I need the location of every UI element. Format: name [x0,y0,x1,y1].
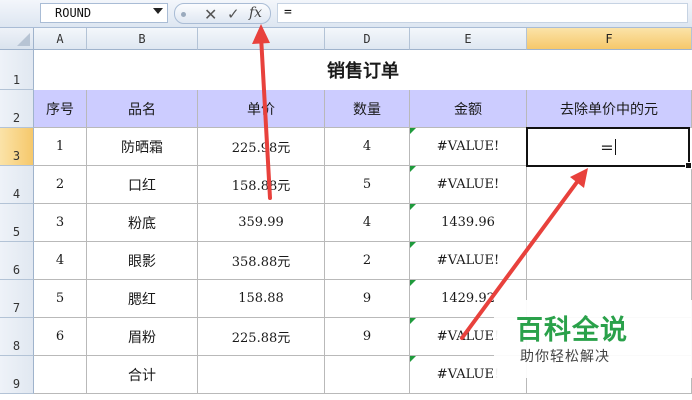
cell-e5[interactable]: 1439.96 [410,204,527,242]
cell-b9-total-label[interactable]: 合计 [87,356,198,394]
cell-a3[interactable]: 1 [34,128,87,166]
row-header-5[interactable]: 5 [0,204,34,242]
name-box-value: ROUND [55,6,92,20]
formula-text: = [284,5,292,20]
active-cell-value: = [600,137,614,157]
cell-f5[interactable] [527,204,692,242]
watermark-main: 百科全说 [516,315,628,346]
header-qty[interactable]: 数量 [325,90,410,128]
cell-c9[interactable] [198,356,325,394]
formula-input[interactable]: = [277,3,688,23]
error-indicator-icon [410,166,416,172]
cell-b5[interactable]: 粉底 [87,204,198,242]
formula-buttons: ✕ ✓ fx [174,3,271,24]
row-header-9[interactable]: 9 [0,356,34,394]
cell-e3[interactable]: #VALUE! [410,128,527,166]
header-remove-yuan[interactable]: 去除单价中的元 [527,90,692,128]
cell-a4[interactable]: 2 [34,166,87,204]
cell-c7[interactable]: 158.88 [198,280,325,318]
column-header-a[interactable]: A [34,28,87,50]
cancel-x-icon[interactable]: ✕ [204,5,217,24]
watermark-logo: 百科全说 助你轻松解决 [494,300,692,378]
formula-bar: ROUND ✕ ✓ fx = [0,0,692,28]
grip-icon [181,12,186,17]
cell-d6[interactable]: 2 [325,242,410,280]
cell-c5[interactable]: 359.99 [198,204,325,242]
error-indicator-icon [410,204,416,210]
cell-c6[interactable]: 358.88元 [198,242,325,280]
column-header-b[interactable]: B [87,28,198,50]
cell-d7[interactable]: 9 [325,280,410,318]
row-header-8[interactable]: 8 [0,318,34,356]
error-indicator-icon [410,280,416,286]
cell-d4[interactable]: 5 [325,166,410,204]
column-header-e[interactable]: E [410,28,527,50]
cell-e4[interactable]: #VALUE! [410,166,527,204]
cell-a9[interactable] [34,356,87,394]
cell-a5[interactable]: 3 [34,204,87,242]
chevron-down-icon[interactable] [153,8,163,14]
error-indicator-icon [410,128,416,134]
cell-d9[interactable] [325,356,410,394]
row-header-6[interactable]: 6 [0,242,34,280]
cell-f4[interactable] [527,166,692,204]
cell-b8[interactable]: 眉粉 [87,318,198,356]
cell-d8[interactable]: 9 [325,318,410,356]
cell-d5[interactable]: 4 [325,204,410,242]
cell-b6[interactable]: 眼影 [87,242,198,280]
cell-a6[interactable]: 4 [34,242,87,280]
column-header-d[interactable]: D [325,28,410,50]
cell-a8[interactable]: 6 [34,318,87,356]
row-header-4[interactable]: 4 [0,166,34,204]
cell-a7[interactable]: 5 [34,280,87,318]
error-indicator-icon [410,356,416,362]
name-box[interactable]: ROUND [40,3,168,23]
cell-b7[interactable]: 腮红 [87,280,198,318]
cell-b4[interactable]: 口红 [87,166,198,204]
row-header-1[interactable]: 1 [0,50,34,90]
row-header-7[interactable]: 7 [0,280,34,318]
header-name[interactable]: 品名 [87,90,198,128]
cell-c8[interactable]: 225.88元 [198,318,325,356]
column-header-f[interactable]: F [527,28,692,50]
row-header-3[interactable]: 3 [0,128,34,166]
error-indicator-icon [410,242,416,248]
sheet-title[interactable]: 销售订单 [34,50,692,90]
insert-function-icon[interactable]: fx [249,5,262,21]
active-cell-f3[interactable]: = [526,127,692,169]
text-caret [614,139,616,155]
fill-handle[interactable] [685,162,692,169]
select-all-corner[interactable] [0,28,34,50]
column-header-c[interactable]: C [198,28,325,50]
cell-f6[interactable] [527,242,692,280]
cell-c4[interactable]: 158.88元 [198,166,325,204]
cell-b3[interactable]: 防晒霜 [87,128,198,166]
watermark-sub: 助你轻松解决 [520,349,610,365]
cell-d3[interactable]: 4 [325,128,410,166]
header-price[interactable]: 单价 [198,90,325,128]
cell-e6[interactable]: #VALUE! [410,242,527,280]
row-header-2[interactable]: 2 [0,90,34,128]
error-indicator-icon [410,318,416,324]
header-amount[interactable]: 金额 [410,90,527,128]
header-seq[interactable]: 序号 [34,90,87,128]
cell-c3[interactable]: 225.98元 [198,128,325,166]
enter-check-icon[interactable]: ✓ [227,5,240,23]
